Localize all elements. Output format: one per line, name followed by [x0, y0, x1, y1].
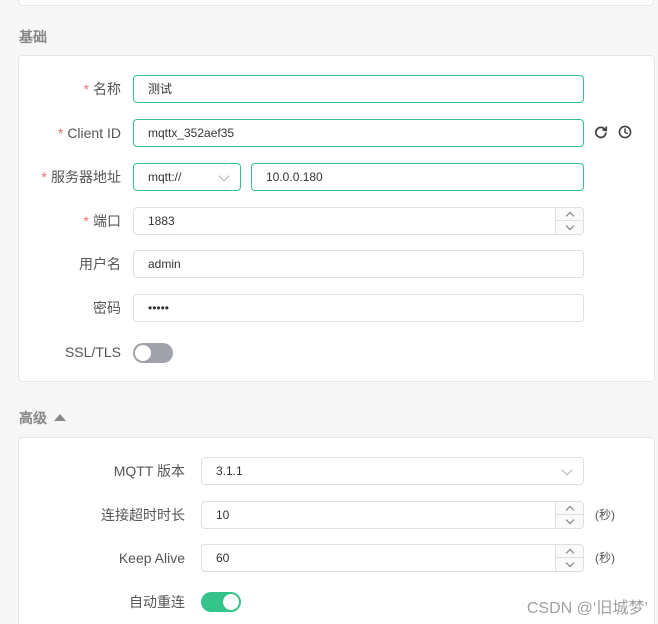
decrement-icon[interactable]	[556, 221, 583, 234]
ssl-toggle[interactable]	[133, 343, 173, 363]
ssl-label: SSL/TLS	[64, 344, 121, 360]
clock-icon[interactable]	[618, 125, 634, 141]
auto-reconnect-toggle[interactable]	[201, 592, 241, 612]
port-label: * 端口	[84, 207, 121, 235]
chevron-down-icon	[561, 464, 573, 476]
connection-settings-page: 基础 * 名称 测试 * Client ID mqttx_352aef35 * …	[0, 0, 658, 624]
keep-alive-stepper[interactable]	[555, 545, 583, 571]
port-stepper[interactable]	[555, 208, 583, 234]
required-mark: *	[83, 81, 89, 97]
port-value: 1883	[148, 214, 175, 228]
previous-card-edge	[18, 0, 654, 6]
toggle-knob	[223, 594, 239, 610]
chevron-down-icon	[218, 170, 230, 182]
advanced-section-label: 高级	[19, 410, 47, 426]
host-label-text: 服务器地址	[51, 169, 121, 185]
required-mark: *	[57, 125, 64, 141]
keep-alive-label: Keep Alive	[118, 550, 185, 566]
port-input[interactable]: 1883	[133, 207, 584, 235]
password-row: 密码 •••••	[19, 294, 654, 324]
mqtt-version-select[interactable]: 3.1.1	[201, 457, 584, 485]
refresh-icon[interactable]	[594, 125, 610, 141]
basic-section-label: 基础	[19, 29, 47, 45]
password-input[interactable]: •••••	[133, 294, 584, 322]
basic-section-title: 基础	[19, 27, 47, 47]
protocol-select[interactable]: mqtt://	[133, 163, 241, 191]
keep-alive-input[interactable]: 60	[201, 544, 584, 572]
mqtt-version-value: 3.1.1	[216, 464, 243, 478]
required-mark: *	[41, 169, 47, 185]
advanced-section-title[interactable]: 高级	[19, 408, 66, 428]
keep-alive-row: Keep Alive 60 (秒)	[19, 544, 654, 574]
username-value: admin	[148, 257, 181, 271]
required-mark: *	[83, 213, 89, 229]
toggle-knob	[135, 345, 151, 361]
password-value: •••••	[148, 301, 170, 315]
host-value: 10.0.0.180	[266, 170, 323, 184]
decrement-icon[interactable]	[556, 515, 583, 528]
connect-timeout-stepper[interactable]	[555, 502, 583, 528]
auto-reconnect-label: 自动重连	[129, 594, 185, 610]
name-value: 测试	[148, 82, 173, 96]
keep-alive-value: 60	[216, 551, 230, 565]
username-label: 用户名	[79, 256, 121, 272]
connect-timeout-unit: (秒)	[595, 508, 615, 522]
name-input[interactable]: 测试	[133, 75, 584, 103]
increment-icon[interactable]	[556, 502, 583, 515]
increment-icon[interactable]	[556, 208, 583, 221]
password-label: 密码	[93, 300, 121, 316]
mqtt-version-label: MQTT 版本	[113, 463, 185, 479]
client-id-value: mqttx_352aef35	[148, 126, 235, 140]
host-row: * 服务器地址 mqtt:// 10.0.0.180	[19, 163, 654, 193]
decrement-icon[interactable]	[556, 558, 583, 571]
mqtt-version-row: MQTT 版本 3.1.1	[19, 457, 654, 487]
connect-timeout-value: 10	[216, 508, 230, 522]
keep-alive-unit: (秒)	[595, 551, 615, 565]
protocol-value: mqtt://	[148, 170, 182, 184]
ssl-row: SSL/TLS	[19, 338, 654, 368]
connect-timeout-row: 连接超时时长 10 (秒)	[19, 501, 654, 531]
client-id-input[interactable]: mqttx_352aef35	[133, 119, 584, 147]
connect-timeout-input[interactable]: 10	[201, 501, 584, 529]
connect-timeout-label: 连接超时时长	[101, 507, 185, 523]
host-label: * 服务器地址	[42, 163, 121, 191]
client-id-label-text: Client ID	[67, 125, 121, 141]
name-row: * 名称 测试	[19, 75, 654, 105]
caret-up-icon[interactable]	[54, 414, 66, 421]
watermark: CSDN @‘旧城梦’	[526, 600, 648, 617]
username-input[interactable]: admin	[133, 250, 584, 278]
client-id-row: * Client ID mqttx_352aef35	[19, 119, 654, 149]
host-input[interactable]: 10.0.0.180	[251, 163, 584, 191]
username-row: 用户名 admin	[19, 250, 654, 280]
port-label-text: 端口	[93, 213, 121, 229]
port-row: * 端口 1883	[19, 207, 654, 237]
basic-settings-card: * 名称 测试 * Client ID mqttx_352aef35 * 服务器…	[18, 55, 655, 382]
client-id-label: * Client ID	[58, 119, 121, 147]
name-label: * 名称	[84, 75, 121, 103]
increment-icon[interactable]	[556, 545, 583, 558]
name-label-text: 名称	[93, 81, 121, 97]
